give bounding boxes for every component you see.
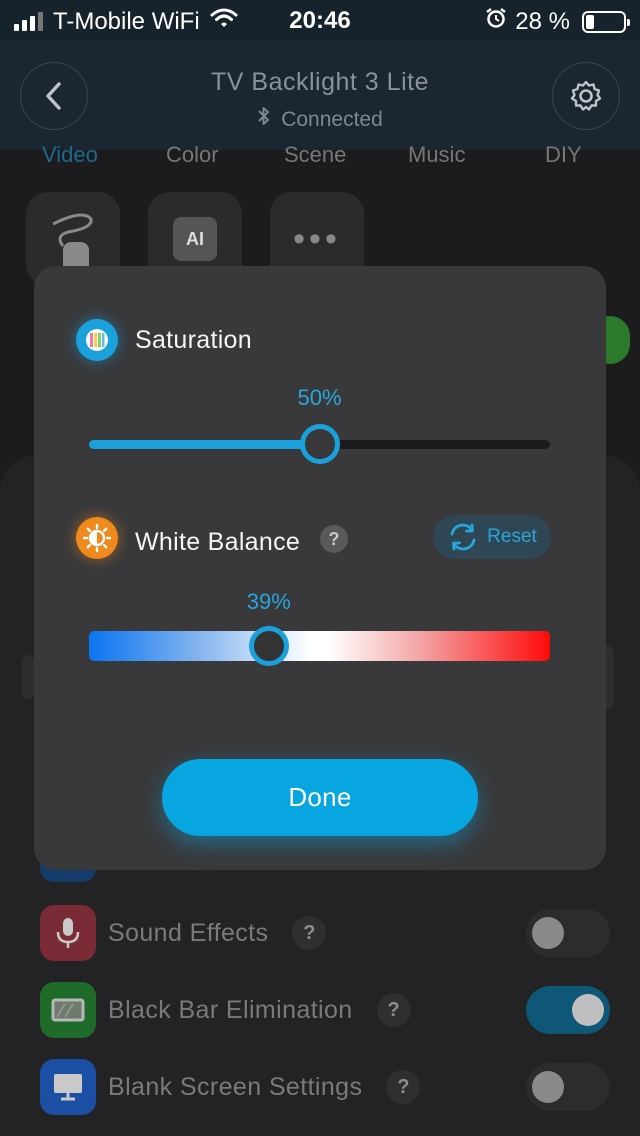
saturation-slider-thumb[interactable]: [299, 424, 340, 464]
device-header: TV Backlight 3 Lite Connected: [0, 40, 640, 150]
status-right: 28 %: [485, 7, 630, 36]
status-left: T-Mobile WiFi: [14, 7, 238, 36]
connection-status-label: Connected: [281, 108, 383, 131]
tab-scene[interactable]: Scene: [284, 142, 346, 168]
microphone-icon: [40, 905, 96, 961]
status-bar: T-Mobile WiFi 20:46 28 %: [0, 0, 640, 40]
white-balance-title: White Balance: [135, 528, 301, 556]
tab-music[interactable]: Music: [408, 142, 465, 168]
reset-label: Reset: [487, 526, 537, 547]
hand-gesture-icon: [52, 213, 93, 272]
adjustment-dialog: Saturation 50% White Balance ? Reset 39%…: [34, 266, 606, 870]
mode-tabs: Video Color Scene Music DIY: [0, 142, 640, 178]
device-title: TV Backlight 3 Lite: [211, 68, 429, 96]
monitor-icon: [40, 1059, 96, 1115]
saturation-slider-fill: [89, 440, 320, 449]
saturation-title: Saturation: [135, 326, 252, 354]
help-icon[interactable]: ?: [376, 993, 411, 1027]
black-bar-elimination-toggle[interactable]: [526, 986, 610, 1034]
setting-label: Blank Screen Settings: [108, 1072, 363, 1101]
settings-button[interactable]: [552, 62, 620, 130]
setting-label: Sound Effects: [108, 918, 269, 947]
white-balance-slider-thumb[interactable]: [248, 626, 289, 666]
setting-black-bar-elimination: Black Bar Elimination ?: [40, 982, 610, 1038]
wifi-icon: [210, 7, 238, 36]
tab-diy[interactable]: DIY: [545, 142, 582, 168]
white-balance-icon: [76, 517, 118, 559]
ai-icon: AI: [173, 217, 217, 261]
gear-icon: [570, 80, 602, 111]
battery-icon: [582, 10, 630, 33]
tab-color[interactable]: Color: [166, 142, 219, 168]
signal-icon: [14, 11, 43, 31]
carrier-label: T-Mobile WiFi: [53, 7, 200, 35]
connection-status: Connected: [0, 106, 640, 132]
setting-sound-effects: Sound Effects ?: [40, 905, 610, 961]
screen-frame-icon: [40, 982, 96, 1038]
refresh-icon: [450, 523, 476, 551]
white-balance-help-icon[interactable]: ?: [320, 525, 348, 553]
help-icon[interactable]: ?: [292, 916, 327, 950]
saturation-value: 50%: [297, 385, 342, 410]
white-balance-slider[interactable]: [89, 626, 550, 666]
blank-screen-toggle[interactable]: [526, 1063, 610, 1111]
setting-blank-screen: Blank Screen Settings ?: [40, 1059, 610, 1115]
setting-label: Black Bar Elimination: [108, 995, 353, 1024]
saturation-slider[interactable]: [89, 424, 550, 464]
tab-video[interactable]: Video: [42, 142, 98, 168]
done-button[interactable]: Done: [162, 759, 478, 836]
panel-control-left: [22, 655, 34, 699]
more-icon: •••: [293, 219, 341, 258]
help-icon[interactable]: ?: [386, 1070, 421, 1104]
alarm-icon: [485, 7, 507, 36]
white-balance-value: 39%: [246, 589, 291, 614]
bluetooth-icon: [257, 106, 271, 131]
battery-percent: 28 %: [515, 7, 570, 35]
reset-button[interactable]: Reset: [433, 515, 551, 559]
saturation-icon: [76, 319, 118, 361]
sound-effects-toggle[interactable]: [526, 909, 610, 957]
